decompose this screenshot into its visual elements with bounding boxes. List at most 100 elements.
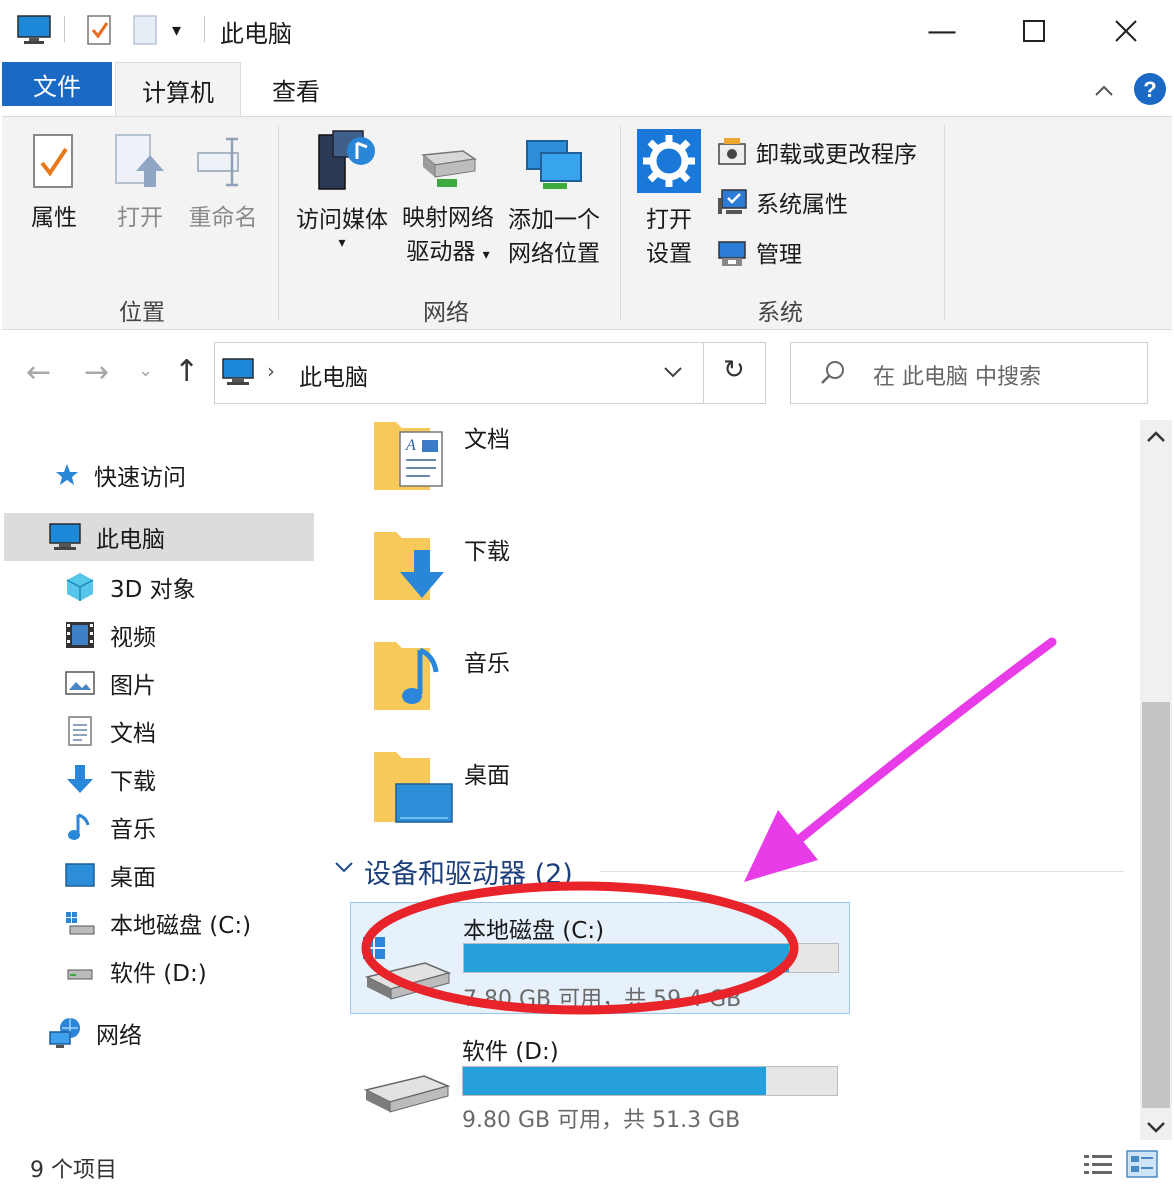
nav-desktop[interactable]: 桌面 bbox=[64, 858, 156, 892]
up-button[interactable]: ↑ bbox=[174, 354, 199, 389]
manage-button[interactable]: 管理 bbox=[716, 235, 802, 269]
annotation-arrowhead bbox=[744, 810, 818, 882]
map-drive-label-1: 映射网络 bbox=[402, 205, 494, 231]
nav-label: 网络 bbox=[96, 1023, 142, 1049]
music-note-icon bbox=[68, 813, 90, 840]
collapse-ribbon-icon[interactable] bbox=[1094, 78, 1114, 103]
forward-button[interactable]: → bbox=[84, 355, 109, 390]
drive-space-info: 9.80 GB 可用，共 51.3 GB bbox=[462, 1108, 741, 1133]
customize-quick-access-icon[interactable]: ▾ bbox=[172, 20, 181, 41]
nav-documents[interactable]: 文档 bbox=[64, 714, 156, 748]
nav-pictures[interactable]: 图片 bbox=[64, 666, 156, 700]
maximize-icon bbox=[1023, 20, 1045, 42]
scroll-down-button[interactable] bbox=[1146, 1120, 1166, 1139]
properties-quick-icon[interactable] bbox=[86, 14, 114, 50]
close-button[interactable] bbox=[1080, 0, 1172, 62]
open-settings-label-1: 打开 bbox=[646, 207, 692, 233]
back-button[interactable]: ← bbox=[26, 355, 51, 390]
nav-this-pc[interactable]: 此电脑 bbox=[48, 520, 165, 554]
annotation-circle bbox=[361, 881, 799, 1015]
access-media-button[interactable]: 访问媒体 ▾ bbox=[290, 129, 394, 251]
nav-software-d[interactable]: 软件 (D:) bbox=[64, 954, 207, 988]
open-icon bbox=[115, 134, 164, 187]
map-drive-label-2: 驱动器 ▾ bbox=[406, 239, 490, 265]
folder-documents[interactable]: A bbox=[370, 416, 450, 500]
uninstall-program-button[interactable]: 卸载或更改程序 bbox=[716, 135, 917, 169]
help-icon[interactable]: ? bbox=[1133, 72, 1167, 110]
annotation-overlay bbox=[361, 637, 1057, 1015]
rename-icon bbox=[197, 137, 239, 187]
picture-icon bbox=[65, 671, 95, 695]
new-folder-quick-icon[interactable] bbox=[132, 14, 158, 50]
nav-label: 本地磁盘 (C:) bbox=[110, 913, 252, 939]
manage-icon bbox=[718, 241, 746, 266]
quick-access-separator bbox=[204, 16, 205, 42]
nav-music[interactable]: 音乐 bbox=[64, 810, 156, 844]
group-label-system: 系统 bbox=[757, 300, 803, 326]
minimize-icon: — bbox=[927, 13, 957, 49]
folder-downloads[interactable] bbox=[370, 526, 450, 610]
tiles-view-icon bbox=[1126, 1150, 1158, 1178]
properties-button[interactable]: 属性 bbox=[20, 133, 88, 235]
drive-d-tile[interactable]: 软件 (D:) 9.80 GB 可用，共 51.3 GB bbox=[350, 1024, 850, 1136]
tab-file[interactable]: 文件 bbox=[2, 62, 112, 106]
group-separator bbox=[620, 125, 621, 321]
nav-label: 视频 bbox=[110, 625, 156, 651]
nav-local-disk-c[interactable]: 本地磁盘 (C:) bbox=[64, 906, 251, 940]
nav-downloads[interactable]: 下载 bbox=[64, 762, 156, 796]
nav-network[interactable]: 网络 bbox=[48, 1016, 142, 1050]
map-network-drive-button[interactable]: 映射网络 驱动器 ▾ bbox=[396, 141, 500, 272]
drive-icon bbox=[362, 1056, 452, 1130]
search-icon bbox=[819, 359, 847, 391]
properties-icon bbox=[33, 134, 73, 188]
maximize-button[interactable] bbox=[988, 0, 1080, 62]
system-drive-icon bbox=[66, 912, 95, 935]
system-properties-button[interactable]: 系统属性 bbox=[716, 185, 848, 219]
open-button[interactable]: 打开 bbox=[106, 133, 174, 235]
dropdown-arrow-icon: ▾ bbox=[482, 247, 490, 263]
add-network-location-icon bbox=[526, 140, 582, 189]
group-label-location: 位置 bbox=[119, 300, 165, 326]
breadcrumb-this-pc[interactable]: 此电脑 bbox=[299, 358, 368, 392]
rename-button[interactable]: 重命名 bbox=[184, 133, 262, 235]
nav-3d-objects[interactable]: 3D 对象 bbox=[64, 570, 196, 604]
settings-gear-icon bbox=[637, 129, 701, 193]
group-separator bbox=[278, 125, 279, 321]
computer-icon[interactable] bbox=[16, 14, 52, 50]
tab-computer[interactable]: 计算机 bbox=[115, 62, 241, 118]
drive-icon bbox=[67, 969, 93, 980]
quick-access-separator bbox=[64, 16, 65, 42]
minimize-button[interactable]: — bbox=[896, 0, 988, 62]
scroll-up-button[interactable] bbox=[1146, 428, 1166, 447]
folder-label: 文档 bbox=[464, 427, 510, 453]
refresh-button[interactable]: ↻ bbox=[723, 355, 745, 385]
open-label: 打开 bbox=[117, 205, 163, 231]
address-dropdown-button[interactable] bbox=[663, 365, 683, 384]
scrollbar-thumb[interactable] bbox=[1142, 702, 1170, 1108]
network-drive-icon bbox=[421, 150, 478, 187]
address-bar[interactable]: › 此电脑 ↻ bbox=[214, 342, 766, 404]
group-separator bbox=[944, 125, 945, 321]
nav-quick-access[interactable]: 快速访问 bbox=[54, 458, 186, 492]
close-icon bbox=[1115, 20, 1137, 42]
nav-label: 3D 对象 bbox=[110, 577, 196, 603]
recent-locations-button[interactable]: ⌄ bbox=[138, 360, 153, 381]
open-settings-button[interactable]: 打开 设置 bbox=[634, 129, 704, 271]
search-box[interactable]: 在 此电脑 中搜索 bbox=[790, 342, 1148, 404]
ribbon: 属性 打开 重命名 位置 访问媒体 ▾ 映射网络 驱动器 ▾ 添加一个 网络位置… bbox=[2, 116, 1172, 330]
manage-label: 管理 bbox=[756, 242, 802, 268]
dropdown-arrow-icon: ▾ bbox=[338, 235, 346, 251]
nav-label: 此电脑 bbox=[96, 527, 165, 553]
status-item-count: 9 个项目 bbox=[30, 1158, 117, 1183]
nav-videos[interactable]: 视频 bbox=[64, 618, 156, 652]
forward-arrow-icon: → bbox=[84, 355, 110, 390]
chevron-up-icon bbox=[1147, 431, 1165, 442]
properties-label: 属性 bbox=[31, 205, 77, 231]
address-divider bbox=[703, 343, 704, 403]
add-network-location-button[interactable]: 添加一个 网络位置 bbox=[502, 137, 606, 271]
tab-view[interactable]: 查看 bbox=[250, 62, 342, 116]
details-view-button[interactable] bbox=[1082, 1152, 1114, 1182]
nav-label: 桌面 bbox=[110, 865, 156, 891]
tiles-view-button[interactable] bbox=[1126, 1150, 1158, 1182]
chevron-down-icon bbox=[1147, 1122, 1165, 1133]
